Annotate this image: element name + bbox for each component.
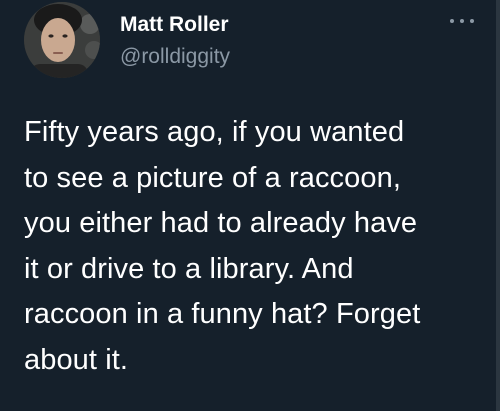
tweet-card: Matt Roller @rolldiggity Fifty years ago… bbox=[0, 0, 500, 411]
author-display-name[interactable]: Matt Roller bbox=[120, 12, 229, 38]
tweet-text-line: raccoon in a funny hat? Forget bbox=[24, 298, 421, 330]
tweet-text-line: it or drive to a library. And bbox=[24, 252, 354, 285]
tweet-text-line: you either had to already have bbox=[24, 207, 418, 239]
dot bbox=[460, 19, 464, 23]
tweet-text-line: Fifty years ago, if you wanted bbox=[24, 116, 405, 148]
tweet-text-line: to see a picture of a raccoon, bbox=[24, 161, 401, 194]
tweet-text: Fifty years ago, if you wanted to see a … bbox=[24, 110, 494, 383]
more-options-icon[interactable] bbox=[450, 14, 474, 28]
tweet-text-line: about it. bbox=[24, 343, 129, 376]
author-handle[interactable]: @rolldiggity bbox=[120, 44, 230, 70]
dot bbox=[450, 19, 454, 23]
avatar-photo bbox=[24, 2, 100, 78]
dot bbox=[470, 19, 474, 23]
avatar[interactable] bbox=[24, 2, 100, 78]
scrollbar[interactable] bbox=[496, 0, 500, 411]
